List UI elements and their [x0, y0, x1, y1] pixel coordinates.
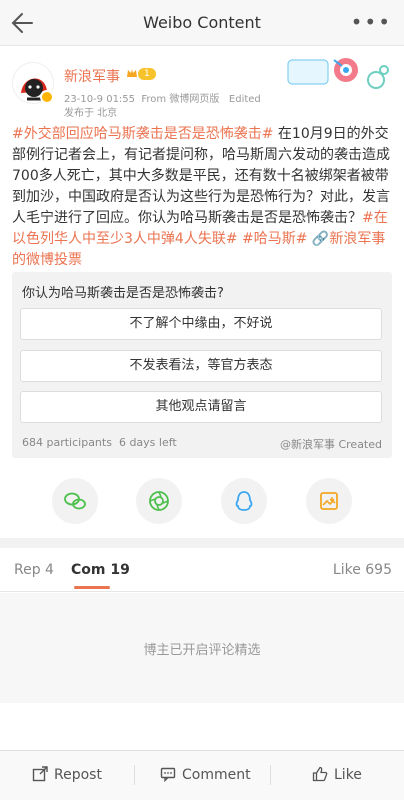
comment-label: Comment: [182, 767, 251, 783]
poll-option[interactable]: 不了解个中缘由，不好说: [20, 308, 382, 340]
post-header: 新浪军事 1 23-10-9 01:55 From 微博网页版 Edited 发…: [0, 56, 404, 122]
comment-button[interactable]: Comment: [160, 766, 251, 783]
more-dots-icon[interactable]: •••: [351, 12, 392, 32]
poll-stats: 684 participants 6 days left: [22, 436, 177, 449]
interaction-tabs: Rep 4 Com 19 Like 695: [0, 548, 404, 592]
qq-share-button[interactable]: [221, 478, 267, 524]
comment-icon: [160, 767, 176, 783]
post-content: #外交部回应哈马斯袭击是否是恐怖袭击# 在10月9日的外交部例行记者会上，有记者…: [12, 124, 392, 271]
section-divider: [0, 538, 404, 548]
comment-notice: 博主已开启评论精选: [143, 643, 261, 658]
like-label: Like: [334, 767, 362, 783]
poll-time-left: 6 days left: [118, 436, 177, 449]
post-meta: 23-10-9 01:55 From 微博网页版 Edited: [64, 90, 261, 105]
post-location: 发布于 北京: [64, 108, 118, 119]
poll-option[interactable]: 其他观点请留言: [20, 391, 382, 423]
post-source: From 微博网页版: [141, 94, 220, 105]
moments-icon: [149, 491, 169, 511]
crown-icon: [127, 69, 137, 77]
poll-question: 你认为哈马斯袭击是否是恐怖袭击?: [22, 286, 224, 301]
verified-badge-icon: [40, 90, 54, 104]
hashtag-link[interactable]: #外交部回应哈马斯袭击是否是恐怖袭击#: [12, 126, 273, 142]
like-button[interactable]: Like: [312, 766, 362, 783]
share-bar: [0, 478, 404, 528]
tab-repost[interactable]: Rep 4: [14, 562, 54, 578]
qq-icon: [235, 491, 253, 511]
hashtag-link[interactable]: #哈马斯#: [238, 231, 307, 247]
repost-button[interactable]: Repost: [32, 766, 102, 783]
repost-icon: [32, 766, 48, 782]
active-tab-indicator: [74, 586, 110, 589]
tab-likes[interactable]: Like 695: [333, 562, 392, 578]
poll-option[interactable]: 不发表看法，等官方表态: [20, 350, 382, 382]
moments-share-button[interactable]: [136, 478, 182, 524]
wechat-share-button[interactable]: [52, 478, 98, 524]
poll-participants: 684 participants: [22, 436, 112, 449]
edited-label: Edited: [228, 94, 261, 105]
album-share-button[interactable]: [306, 478, 352, 524]
comment-area: 博主已开启评论精选: [0, 593, 404, 703]
tab-comments[interactable]: Com 19: [71, 562, 130, 578]
top-bar: Weibo Content •••: [0, 0, 404, 46]
page-title: Weibo Content: [143, 13, 261, 32]
save-image-icon: [320, 492, 338, 510]
thumbs-up-icon: [312, 766, 328, 782]
wechat-icon: [64, 492, 86, 510]
divider: [270, 765, 271, 785]
repost-label: Repost: [54, 767, 102, 783]
level-badge: 1: [138, 68, 156, 80]
user-name[interactable]: 新浪军事: [64, 66, 120, 86]
divider: [134, 765, 135, 785]
bottom-action-bar: Repost Comment Like: [0, 750, 404, 800]
poll-card: 你认为哈马斯袭击是否是恐怖袭击? 不了解个中缘由，不好说 不发表看法，等官方表态…: [12, 272, 392, 458]
poll-creator[interactable]: @新浪军事 Created: [280, 436, 382, 452]
event-badge-icon[interactable]: [284, 56, 394, 92]
